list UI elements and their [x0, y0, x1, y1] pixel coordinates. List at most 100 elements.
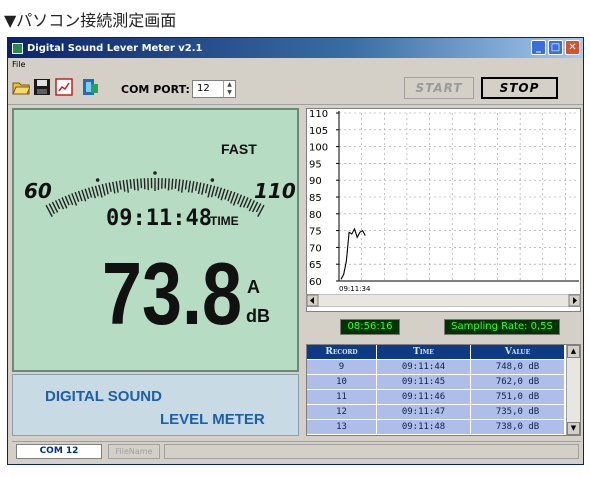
scale-dot: [210, 178, 215, 182]
bar-segment: [204, 183, 209, 194]
table-row[interactable]: 9 09:11:44 748,0 dB: [307, 359, 580, 374]
bar-segment: [77, 190, 83, 202]
com-port-value: 12: [197, 83, 210, 94]
sampling-rate-display: Sampling Rate: 0,5S: [444, 319, 560, 335]
bar-segment: [54, 200, 61, 210]
page-caption: ▼パソコン接続測定画面: [4, 11, 177, 30]
title-bar[interactable]: Digital Sound Lever Meter v2.1 _ □ ✕: [8, 38, 583, 58]
open-folder-icon[interactable]: [12, 78, 30, 96]
header-time[interactable]: Time: [377, 345, 471, 359]
y-tick-label: 70: [309, 243, 322, 254]
bar-segment: [171, 178, 174, 190]
bar-segment: [64, 195, 70, 206]
cell-record: 9: [307, 360, 377, 374]
y-tick-label: 100: [309, 143, 328, 154]
bar-segment: [217, 187, 223, 199]
table-row[interactable]: 12 09:11:47 735,0 dB: [307, 404, 580, 419]
bar-segment: [236, 194, 243, 205]
graph-scrollbar[interactable]: [305, 292, 582, 308]
cell-record: 10: [307, 375, 377, 389]
cell-record: 12: [307, 405, 377, 419]
table-row[interactable]: 11 09:11:46 751,0 dB: [307, 389, 580, 404]
maximize-button[interactable]: □: [548, 40, 563, 55]
bar-segment: [87, 187, 93, 198]
bar-segment: [98, 184, 103, 198]
brand-panel: DIGITAL SOUND LEVEL METER: [12, 374, 299, 436]
chart-icon[interactable]: [55, 78, 73, 96]
status-com-port: COM 12: [16, 444, 102, 459]
menu-file[interactable]: File: [12, 60, 25, 69]
bar-segment: [246, 198, 252, 209]
stop-button[interactable]: STOP: [481, 77, 558, 99]
cell-time: 09:11:44: [377, 360, 471, 374]
scale-min-label: 60: [24, 179, 52, 203]
table-row[interactable]: 10 09:11:45 762,0 dB: [307, 374, 580, 389]
bar-segment: [115, 181, 119, 193]
com-port-stepper[interactable]: 12 ▲ ▼: [192, 80, 236, 98]
bar-segment: [207, 184, 212, 198]
close-button[interactable]: ✕: [565, 40, 580, 55]
lcd-meter: 60 110 FAST 09:11:48 TIME 73.8 A dB: [24, 141, 296, 343]
status-filename: FileName: [108, 444, 160, 459]
scale-dot: [153, 171, 157, 175]
com-port-label: COM PORT:: [121, 83, 190, 96]
bar-segment: [187, 180, 191, 193]
status-bar: COM 12 FileName: [12, 441, 581, 460]
save-disk-icon[interactable]: [33, 78, 51, 96]
minimize-button[interactable]: _: [531, 40, 546, 55]
status-panel: [164, 444, 579, 459]
cell-time: 09:11:45: [377, 375, 471, 389]
window-title: Digital Sound Lever Meter v2.1: [27, 42, 203, 54]
bar-segment: [201, 183, 205, 195]
bar-segment: [167, 178, 170, 191]
bar-segment: [119, 180, 122, 190]
bar-segment: [122, 180, 126, 192]
scroll-down-icon[interactable]: ▼: [567, 422, 580, 435]
bar-segment: [224, 189, 229, 200]
bar-segment: [81, 189, 87, 202]
cell-time: 09:11:46: [377, 390, 471, 404]
bar-segment: [140, 178, 143, 189]
header-value[interactable]: Value: [471, 345, 565, 359]
bar-segment: [143, 178, 146, 190]
bar-segment: [67, 194, 74, 206]
bar-segment: [214, 186, 219, 197]
bar-segment: [194, 181, 198, 191]
cell-record: 11: [307, 390, 377, 404]
mode-label: FAST: [221, 141, 257, 157]
cell-time: 09:11:48: [377, 420, 471, 434]
graph-canvas: 1101051009590858075706560 09:11:34: [309, 109, 579, 293]
bar-segment: [74, 191, 80, 203]
bar-segment: [174, 178, 177, 189]
cell-value: 738,0 dB: [471, 420, 565, 434]
y-axis: 110 105 100 95 90 85 80 75 70 65 60: [309, 109, 339, 288]
bar-segment: [94, 185, 99, 197]
table-row[interactable]: 13 09:11:48 738,0 dB: [307, 419, 580, 434]
spin-arrows[interactable]: ▲ ▼: [223, 81, 235, 97]
header-record[interactable]: Record: [307, 345, 377, 359]
exit-icon[interactable]: [81, 78, 99, 96]
cell-value: 748,0 dB: [471, 360, 565, 374]
y-tick-label: 105: [309, 126, 328, 137]
y-tick-label: 90: [309, 176, 322, 187]
scale-max-label: 110: [254, 179, 296, 203]
bar-segment: [184, 180, 188, 190]
table-scrollbar[interactable]: ▲ ▼: [566, 345, 580, 435]
app-icon: [12, 42, 23, 54]
cell-record: 13: [307, 420, 377, 434]
lcd-display: 60 110 FAST 09:11:48 TIME 73.8 A dB: [12, 108, 299, 372]
bar-segment: [129, 179, 132, 189]
bar-segment: [177, 179, 181, 192]
bar-segment: [255, 203, 262, 213]
brand-line-2: LEVEL METER: [160, 411, 265, 428]
y-tick-label: 85: [309, 193, 322, 204]
toolbar: COM PORT: 12 ▲ ▼ START STOP: [8, 71, 583, 105]
cell-time: 09:11:47: [377, 405, 471, 419]
bar-segment: [210, 185, 216, 198]
menu-bar: File: [8, 58, 583, 71]
records-table: Record Time Value 9 09:11:44 748,0 dB 10…: [306, 344, 581, 436]
start-button[interactable]: START: [404, 77, 474, 99]
scroll-up-icon[interactable]: ▲: [567, 345, 580, 358]
grid: [339, 112, 579, 282]
bar-segment: [197, 182, 202, 195]
